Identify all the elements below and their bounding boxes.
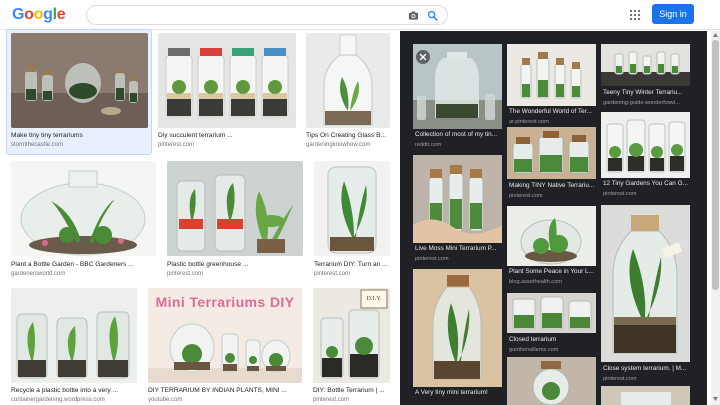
result-thumbnail[interactable]: Mini Terrariums DIY (148, 288, 302, 383)
apps-icon[interactable] (629, 9, 641, 21)
close-icon (419, 53, 427, 61)
panel-tile[interactable]: Close system terrarium. | M... pinterest… (601, 205, 690, 382)
logo-letter: G (12, 6, 25, 23)
logo-letter: e (56, 6, 66, 23)
result-thumbnail[interactable] (11, 288, 137, 383)
panel-tile-title[interactable]: Close system terrarium. | M... (603, 365, 690, 373)
panel-tile-title[interactable]: 12 Tiny Gardens You Can G... (603, 180, 690, 188)
panel-thumbnail[interactable] (413, 155, 502, 243)
result-title[interactable]: DIY TERRARIUM BY INDIAN PLANTS, MINI ... (148, 386, 302, 395)
diy-tag-text: D.I.Y. (366, 295, 382, 302)
result-title[interactable]: Diy succulent terrarium ... (158, 131, 296, 140)
panel-thumbnail[interactable] (507, 206, 596, 266)
thumbnail-banner-text: Mini Terrariums DIY (155, 294, 295, 310)
result-card[interactable]: Tips On Creating Glass B... gardeningkno… (306, 33, 390, 153)
panel-tile-source: pinterest.com (509, 193, 543, 199)
result-thumbnail[interactable] (158, 33, 296, 128)
panel-thumbnail[interactable] (507, 293, 596, 333)
panel-thumbnail[interactable] (601, 44, 690, 86)
result-card[interactable]: Terrarium DIY: Turn an ... pinterest.com (314, 161, 390, 281)
result-title[interactable]: Tips On Creating Glass B... (306, 131, 390, 140)
panel-tile[interactable] (601, 386, 690, 405)
result-card[interactable]: Mini Terrariums DIY DIY TERRARIUM BY IND… (148, 288, 302, 405)
search-input[interactable] (97, 8, 397, 22)
result-title[interactable]: Recycle a plastic bottle into a very ... (11, 386, 137, 395)
panel-tile-title[interactable]: Teeny Tiny Winter Terrariu... (603, 89, 690, 97)
panel-thumbnail[interactable] (507, 127, 596, 179)
result-thumbnail[interactable] (11, 161, 156, 256)
panel-tile[interactable]: Plant Some Peace in Your L... blog.asset… (507, 206, 596, 292)
result-source: youtube.com (148, 397, 183, 403)
search-box[interactable] (86, 5, 448, 25)
result-title[interactable]: Plastic bottle greenhouse ... (167, 260, 303, 269)
logo-letter: g (43, 6, 53, 23)
panel-tile-source: blog.assethealth.com (509, 279, 562, 285)
result-source: gardenersworld.com (11, 271, 66, 277)
panel-thumbnail[interactable] (601, 112, 690, 178)
scroll-up-arrow-icon[interactable] (712, 32, 719, 38)
result-thumbnail[interactable] (167, 161, 303, 256)
panel-tile[interactable] (507, 357, 596, 405)
panel-tile-title[interactable]: Closed terrarium (509, 336, 596, 344)
panel-tile-title[interactable]: Collection of most of my tin... (415, 131, 502, 139)
result-card[interactable]: Recycle a plastic bottle into a very ...… (11, 288, 137, 405)
result-card[interactable]: Diy succulent terrarium ... pinterest.co… (158, 33, 296, 153)
panel-tile-source: pinterest.com (415, 256, 449, 262)
result-title[interactable]: Terrarium DIY: Turn an ... (314, 260, 390, 269)
panel-tile-source: guntherwillems.com (509, 347, 559, 353)
result-thumbnail[interactable] (314, 161, 390, 256)
panel-tile-title[interactable]: Live Moss Mini Terrarium P... (415, 245, 502, 253)
panel-tile[interactable]: 12 Tiny Gardens You Can G... pinterest.c… (601, 112, 690, 204)
logo-letter: o (33, 6, 44, 23)
panel-thumbnail[interactable] (413, 269, 502, 387)
panel-tile[interactable]: Live Moss Mini Terrarium P... pinterest.… (413, 155, 502, 271)
result-title[interactable]: DIY: Bottle Terrarium | ... (313, 386, 390, 395)
panel-tile-source: ar.pinterest.com (509, 119, 549, 125)
result-thumbnail[interactable] (306, 33, 390, 128)
result-thumbnail[interactable]: D.I.Y. (313, 288, 390, 383)
related-images-panel: Collection of most of my tin... reddit.c… (400, 31, 707, 405)
scroll-down-arrow-icon[interactable] (712, 396, 719, 402)
panel-thumbnail[interactable] (507, 44, 596, 106)
google-logo[interactable]: Google (12, 5, 66, 25)
panel-tile-source: gardening-guide.wonderhowt... (603, 100, 680, 106)
top-bar: Google Sign in (0, 0, 720, 30)
close-button[interactable] (416, 50, 430, 64)
camera-icon[interactable] (408, 10, 419, 21)
result-card[interactable]: D.I.Y. DIY: Bottle Terrarium | ... pinte… (313, 288, 390, 405)
panel-thumbnail[interactable] (507, 357, 596, 405)
result-source: gardeningknowhow.com (306, 142, 371, 148)
panel-tile-source: reddit.com (415, 142, 442, 148)
panel-tile[interactable]: Making TINY Native Terrariu... pinterest… (507, 127, 596, 207)
result-card[interactable]: Plant a Bottle Garden - BBC Gardeners ..… (11, 161, 156, 281)
scrollbar-thumb[interactable] (712, 40, 719, 290)
panel-tile-title[interactable]: Making TINY Native Terrariu... (509, 182, 596, 190)
sign-in-button[interactable]: Sign in (652, 4, 694, 24)
result-source: pinterest.com (158, 142, 195, 148)
logo-letter: o (24, 6, 34, 23)
result-card[interactable]: Make tiny tiny terrariums stormthecastle… (11, 33, 148, 153)
result-title[interactable]: Plant a Bottle Garden - BBC Gardeners ..… (11, 260, 156, 269)
panel-tile[interactable]: A Very tiny mini terrarium! (413, 269, 502, 405)
panel-tile-title[interactable]: Plant Some Peace in Your L... (509, 268, 596, 276)
panel-thumbnail[interactable] (601, 205, 690, 362)
panel-tile-title[interactable]: The Wonderful World of Ter... (509, 108, 596, 116)
result-thumbnail[interactable] (11, 33, 148, 128)
result-card[interactable]: Plastic bottle greenhouse ... pinterest.… (167, 161, 303, 281)
result-title[interactable]: Make tiny tiny terrariums (11, 131, 148, 140)
panel-tile-source: pinterest.com (603, 191, 637, 197)
result-source: containergardening.wordpress.com (11, 397, 105, 403)
panel-tile-title[interactable]: A Very tiny mini terrarium! (415, 389, 502, 397)
result-source: pinterest.com (167, 271, 204, 277)
search-icon[interactable] (427, 10, 438, 21)
panel-thumbnail[interactable] (601, 386, 690, 405)
result-source: pinterest.com (314, 271, 351, 277)
result-source: pinterest.com (313, 397, 350, 403)
panel-tile-source: pinterest.com (603, 376, 637, 382)
result-source: stormthecastle.com (11, 142, 64, 148)
